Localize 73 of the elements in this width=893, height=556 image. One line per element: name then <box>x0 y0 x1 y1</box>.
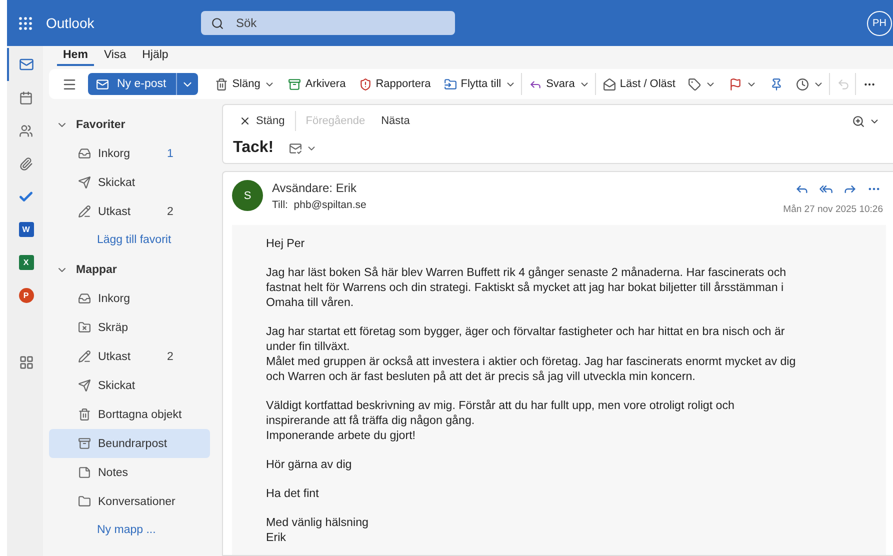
message-date: Mån 27 nov 2025 10:26 <box>783 204 883 215</box>
sender-avatar: S <box>232 180 263 211</box>
mail-icon <box>96 78 109 90</box>
body-paragraph: Hej Per <box>266 236 306 251</box>
toolbar-button[interactable]: Läst / Oläst <box>598 73 682 95</box>
search-field[interactable]: Sök <box>201 11 455 35</box>
app-name: Outlook <box>46 15 96 31</box>
ribbon-tab[interactable]: Hjälp <box>136 49 174 66</box>
folder-item[interactable]: Skickat <box>49 168 210 197</box>
unread-count: 2 <box>167 206 174 218</box>
ribbon-tab[interactable]: Hem <box>57 49 94 66</box>
pencil-icon <box>78 205 91 218</box>
folder-item[interactable]: Notes <box>49 458 210 487</box>
body-paragraph: Med vänlig hälsning Erik <box>266 515 370 545</box>
unread-count: 1 <box>167 148 174 160</box>
flag-icon <box>729 78 742 90</box>
new-mail-button[interactable]: Ny e-post <box>88 73 176 95</box>
folder-group-title[interactable]: Mappar <box>76 264 117 276</box>
folder-icon <box>78 495 91 508</box>
close-icon <box>239 115 251 127</box>
folder-link[interactable]: Ny mapp ... <box>43 516 222 545</box>
toolbar-button[interactable]: Flytta till <box>438 73 522 95</box>
folder-item[interactable]: Skickat <box>49 371 210 400</box>
folder-item[interactable]: Utkast 2 <box>49 342 210 371</box>
envelope-icon <box>288 142 302 154</box>
send-icon <box>78 379 91 392</box>
toolbar-button[interactable]: Svara <box>524 73 596 95</box>
folder-group-title[interactable]: Favoriter <box>76 118 126 130</box>
folder-item[interactable]: Beundrarpost <box>49 429 210 458</box>
search-field[interactable]: Sök <box>234 13 434 33</box>
envelope-icon <box>602 78 616 90</box>
clock-icon <box>796 78 810 90</box>
inbox-icon <box>78 292 91 305</box>
ribbon-tab[interactable]: Visa <box>98 49 132 66</box>
folder-item[interactable]: Konversationer <box>49 487 210 516</box>
recipient-line: Till: phb@spiltan.se <box>272 199 368 211</box>
pin-icon <box>770 78 784 90</box>
body-paragraph: Väldigt kortfattad beskrivning av mig. Förstår att du har fullt upp, men vore otroligt roligt och inspirerande att få träffa dig någon gång. Imponerande arbete du gjort! <box>266 398 736 443</box>
archive-icon <box>288 78 302 90</box>
toolbar-button[interactable]: Släng <box>210 73 282 95</box>
folder-link[interactable]: Lägg till favorit <box>43 226 222 255</box>
note-icon <box>78 466 91 479</box>
folder-item[interactable]: Skräp <box>49 313 210 342</box>
sender-name: Avsändare: Erik <box>272 181 358 195</box>
send-icon <box>78 176 91 189</box>
body-paragraph: Ha det fint <box>266 486 320 501</box>
unread-count: 2 <box>167 350 174 362</box>
next-button[interactable]: Nästa <box>373 115 418 127</box>
trash-icon <box>215 78 228 90</box>
caret-icon[interactable] <box>176 73 198 95</box>
folder-icon <box>444 78 457 90</box>
archive-icon <box>78 437 91 450</box>
folder-item[interactable]: Inkorg 1 <box>49 139 210 168</box>
shield-icon <box>358 78 372 90</box>
inbox-icon <box>78 147 91 160</box>
body-paragraph: Jag har läst boken Så här blev Warren Buffett rik 4 gånger senaste 2 månaderna. Har fascinerats och fastnat helt för Warrens och din strategi. Faktiskt så mycket att jag har bokat biljetter till årsstämman i Omaha till våren. <box>266 265 788 310</box>
search-icon <box>211 16 224 30</box>
toolbar-button[interactable]: Arkivera <box>283 73 352 95</box>
undo-icon <box>837 78 850 90</box>
tag-icon <box>688 78 702 90</box>
toolbar-button[interactable]: Rapportera <box>354 73 437 95</box>
pencil-icon <box>78 350 91 363</box>
folder-item[interactable]: Utkast 2 <box>49 197 210 226</box>
close-button[interactable]: Stäng <box>231 115 293 127</box>
folder-item[interactable]: Borttagna objekt <box>49 400 210 429</box>
folder-icon <box>78 321 91 334</box>
zoom-icon <box>852 114 865 128</box>
message-subject: Tack! <box>233 139 274 157</box>
trash-icon <box>78 408 91 421</box>
body-paragraph: Jag har startat ett företag som bygger, äger och förvaltar fastigheter och har hittat en bra nisch och är under fin tillväxt. Målet med gruppen är också att investera i aktier och företag. Jag har fascinerats enormt mycket av dig och Warren och är fast besluten på att det är precis så jag vill utveckla min koncern. <box>266 324 797 384</box>
body-paragraph: Hör gärna av dig <box>266 457 353 472</box>
folder-item[interactable]: Inkorg <box>49 284 210 313</box>
account-avatar[interactable]: PH <box>867 10 892 36</box>
